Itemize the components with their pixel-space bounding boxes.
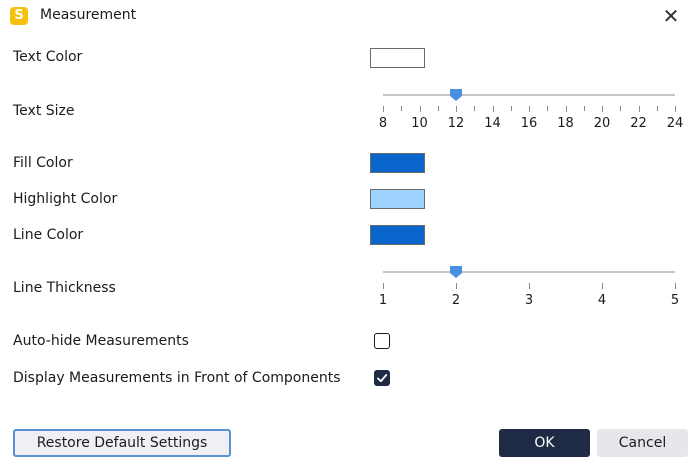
fill-color-label: Fill Color: [13, 155, 73, 171]
title-bar: S Measurement ✕: [0, 0, 700, 32]
slider-tick: [456, 283, 457, 289]
slider-minor-tick: [583, 106, 585, 111]
ok-button[interactable]: OK: [499, 429, 590, 457]
close-icon: ✕: [662, 4, 680, 28]
checkmark-icon: [377, 374, 388, 383]
slider-tick-label: 22: [630, 116, 647, 131]
slider-tick: [492, 106, 494, 112]
line-color-label: Line Color: [13, 227, 84, 243]
app-logo-icon: S: [10, 7, 28, 25]
window-title: Measurement: [40, 7, 137, 23]
slider-tick: [638, 106, 640, 112]
slider-minor-tick: [474, 106, 476, 111]
slider-track: [383, 94, 675, 96]
slider-tick-label: 16: [520, 116, 538, 131]
slider-tick: [456, 106, 457, 112]
display-front-label: Display Measurements in Front of Compone…: [13, 370, 341, 386]
fill-color-swatch[interactable]: [370, 153, 425, 173]
slider-tick: [602, 106, 603, 112]
slider-tick: [383, 283, 384, 289]
slider-tick-label: 12: [447, 116, 465, 131]
slider-tick-label: 14: [484, 116, 501, 131]
slider-tick-label: 18: [557, 116, 574, 131]
slider-tick: [419, 106, 421, 112]
restore-defaults-button[interactable]: Restore Default Settings: [13, 429, 231, 457]
line-color-swatch[interactable]: [370, 225, 425, 245]
text-color-label: Text Color: [13, 49, 83, 65]
text-size-slider[interactable]: 8 10 12 14 16 18 20 22 24: [379, 88, 683, 138]
cancel-button[interactable]: Cancel: [597, 429, 688, 457]
slider-minor-tick: [547, 106, 549, 111]
slider-minor-tick: [620, 106, 622, 111]
slider-tick-label: 1: [378, 293, 388, 308]
line-thickness-slider[interactable]: 1 2 3 4 5: [379, 265, 679, 315]
slider-tick: [383, 106, 384, 112]
slider-tick-label: 10: [411, 116, 428, 131]
slider-tick-label: 4: [597, 293, 607, 308]
slider-minor-tick: [510, 106, 512, 111]
slider-tick-label: 8: [378, 116, 388, 131]
slider-tick: [602, 283, 603, 289]
slider-tick-label: 24: [666, 116, 684, 131]
slider-tick: [675, 106, 676, 112]
text-size-label: Text Size: [13, 103, 75, 119]
auto-hide-checkbox[interactable]: [374, 333, 390, 349]
highlight-color-swatch[interactable]: [370, 189, 425, 209]
slider-minor-tick: [437, 106, 439, 111]
slider-tick: [675, 283, 676, 289]
line-thickness-label: Line Thickness: [13, 280, 116, 296]
auto-hide-label: Auto-hide Measurements: [13, 333, 189, 349]
display-front-checkbox[interactable]: [374, 370, 390, 386]
slider-tick-label: 3: [524, 293, 534, 308]
slider-tick-label: 2: [451, 293, 461, 308]
text-color-swatch[interactable]: [370, 48, 425, 68]
slider-minor-tick: [656, 106, 658, 111]
slider-thumb[interactable]: [449, 88, 463, 102]
slider-track: [383, 271, 675, 273]
slider-tick: [529, 283, 530, 289]
close-button[interactable]: ✕: [660, 5, 682, 27]
slider-tick-label: 5: [670, 293, 680, 308]
slider-minor-tick: [401, 106, 403, 111]
highlight-color-label: Highlight Color: [13, 191, 118, 207]
slider-tick-label: 20: [593, 116, 611, 131]
slider-tick: [565, 106, 567, 112]
slider-tick: [529, 106, 530, 112]
slider-thumb[interactable]: [449, 265, 463, 279]
